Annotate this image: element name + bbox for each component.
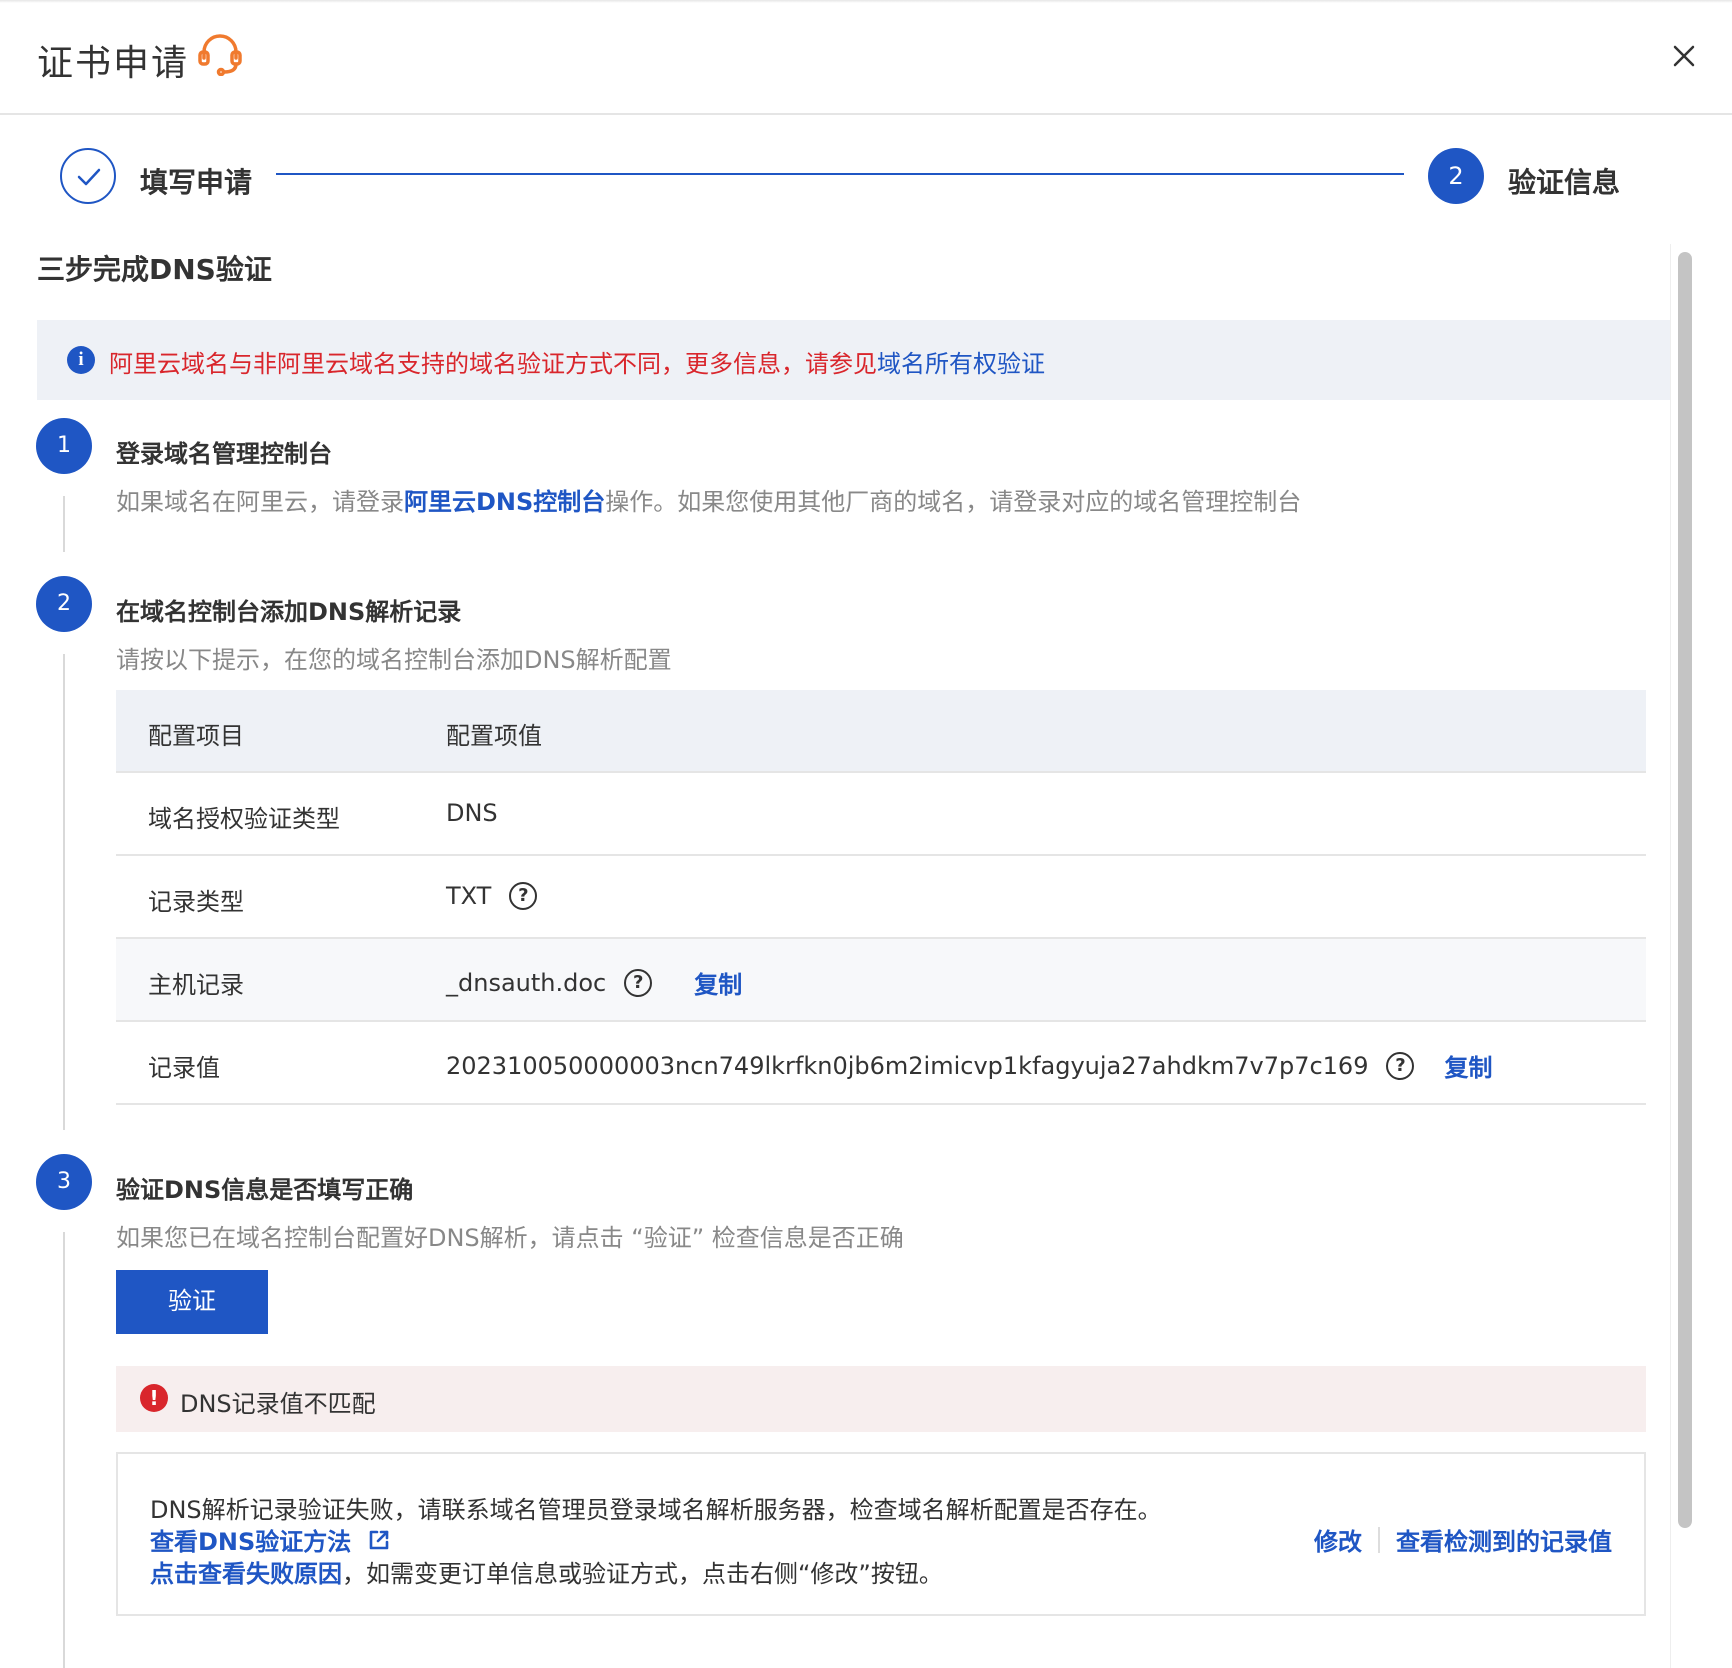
- row-value-text: TXT: [446, 882, 492, 910]
- step-1-description: 如果域名在阿里云，请登录阿里云DNS控制台操作。如果您使用其他厂商的域名，请登录…: [116, 482, 1301, 517]
- dns-config-table: 配置项目 配置项值 域名授权验证类型 DNS 记录类型 TXT ? 主机记录 _…: [116, 690, 1646, 1105]
- row-value-text: DNS: [446, 799, 498, 827]
- dialog-title: 证书申请: [37, 43, 190, 84]
- notice-text: 阿里云域名与非阿里云域名支持的域名验证方式不同，更多信息，请参见域名所有权验证: [109, 344, 1045, 379]
- step-2-description: 请按以下提示，在您的域名控制台添加DNS解析配置: [116, 646, 672, 674]
- section-title: 三步完成DNS验证: [37, 253, 272, 286]
- step-2-connector: [63, 654, 65, 1130]
- scrollbar-thumb[interactable]: [1678, 252, 1692, 1528]
- error-icon: !: [140, 1384, 168, 1412]
- step-completed-check-icon: [60, 148, 116, 204]
- error-message: DNS记录值不匹配: [180, 1390, 376, 1418]
- external-link-icon: [369, 1530, 389, 1549]
- table-header-row: 配置项目 配置项值: [116, 690, 1646, 773]
- modify-button[interactable]: 修改: [1314, 1522, 1362, 1557]
- header-config-item: 配置项目: [148, 722, 244, 750]
- step-1-desc-after: 操作。如果您使用其他厂商的域名，请登录对应的域名管理控制台: [605, 488, 1302, 516]
- step-2-label: 验证信息: [1508, 166, 1621, 199]
- step-1-desc-before: 如果域名在阿里云，请登录: [116, 488, 404, 516]
- view-detected-records-button[interactable]: 查看检测到的记录值: [1396, 1522, 1612, 1557]
- view-failure-reason-link[interactable]: 点击查看失败原因: [150, 1560, 342, 1588]
- copy-host-record-button[interactable]: 复制: [694, 965, 742, 1000]
- copy-record-value-button[interactable]: 复制: [1444, 1048, 1492, 1083]
- table-row: 记录类型 TXT ?: [116, 856, 1646, 939]
- step-3-title: 验证DNS信息是否填写正确: [116, 1176, 414, 1204]
- row-value: DNS: [446, 799, 498, 827]
- step-1-number: 1: [36, 418, 92, 474]
- help-icon[interactable]: ?: [1386, 1051, 1415, 1080]
- error-detail-box: DNS解析记录验证失败，请联系域名管理员登录域名解析服务器，检查域名解析配置是否…: [116, 1452, 1646, 1616]
- dialog-header: 证书申请: [0, 0, 1732, 115]
- failure-reason-line: 点击查看失败原因，如需变更订单信息或验证方式，点击右侧“修改”按钮。: [150, 1554, 943, 1589]
- help-icon[interactable]: ?: [624, 968, 653, 997]
- notice-message: 阿里云域名与非阿里云域名支持的域名验证方式不同，更多信息，请参见: [109, 350, 877, 378]
- alibaba-dns-console-link[interactable]: 阿里云DNS控制台: [404, 488, 605, 516]
- step-2-number-badge: 2: [36, 576, 92, 632]
- header-config-value: 配置项值: [446, 716, 542, 751]
- action-divider: [1378, 1526, 1380, 1553]
- row-label: 域名授权验证类型: [148, 805, 340, 833]
- info-notice: i 阿里云域名与非阿里云域名支持的域名验证方式不同，更多信息，请参见域名所有权验…: [37, 320, 1670, 400]
- table-row: 主机记录 _dnsauth.doc ? 复制: [116, 939, 1646, 1022]
- row-value: TXT ?: [446, 882, 538, 910]
- step-3-connector: [63, 1232, 65, 1668]
- row-label: 记录类型: [148, 888, 244, 916]
- step-1-connector: [63, 496, 65, 552]
- table-row: 记录值 202310050000003ncn749lkrfkn0jb6m2imi…: [116, 1022, 1646, 1105]
- step-connector-line: [276, 173, 1404, 175]
- row-value-text: _dnsauth.doc: [446, 968, 607, 997]
- row-value: _dnsauth.doc ? 复制: [446, 965, 742, 1000]
- table-row: 域名授权验证类型 DNS: [116, 773, 1646, 856]
- headset-support-icon[interactable]: [196, 32, 244, 76]
- header-config-value-text: 配置项值: [446, 722, 542, 750]
- step-1-label: 填写申请: [140, 166, 253, 199]
- verify-button[interactable]: 验证: [116, 1270, 268, 1334]
- step-2-number: 2: [1428, 148, 1484, 204]
- failure-reason-text: ，如需变更订单信息或验证方式，点击右侧“修改”按钮。: [342, 1560, 943, 1588]
- view-dns-method-link[interactable]: 查看DNS验证方法: [150, 1522, 391, 1557]
- step-2-title: 在域名控制台添加DNS解析记录: [116, 598, 462, 626]
- step-1-title: 登录域名管理控制台: [116, 440, 332, 468]
- close-icon[interactable]: [1664, 36, 1704, 76]
- view-dns-method-label[interactable]: 查看DNS验证方法: [150, 1522, 351, 1557]
- step-indicator: 填写申请 2 验证信息: [0, 115, 1732, 235]
- step-3-number-badge: 3: [36, 1154, 92, 1210]
- info-icon: i: [67, 346, 95, 374]
- row-value-text: 202310050000003ncn749lkrfkn0jb6m2imicvp1…: [446, 1051, 1369, 1080]
- domain-ownership-link[interactable]: 域名所有权验证: [877, 350, 1045, 378]
- row-label: 主机记录: [148, 971, 244, 999]
- detail-actions: 修改 查看检测到的记录值: [1314, 1522, 1612, 1557]
- row-label: 记录值: [148, 1054, 220, 1082]
- error-alert: ! DNS记录值不匹配: [116, 1366, 1646, 1432]
- help-icon[interactable]: ?: [509, 882, 538, 910]
- step-3-description: 如果您已在域名控制台配置好DNS解析，请点击 “验证” 检查信息是否正确: [116, 1224, 904, 1252]
- row-value: 202310050000003ncn749lkrfkn0jb6m2imicvp1…: [446, 1048, 1492, 1083]
- error-detail-text: DNS解析记录验证失败，请联系域名管理员登录域名解析服务器，检查域名解析配置是否…: [150, 1496, 1162, 1524]
